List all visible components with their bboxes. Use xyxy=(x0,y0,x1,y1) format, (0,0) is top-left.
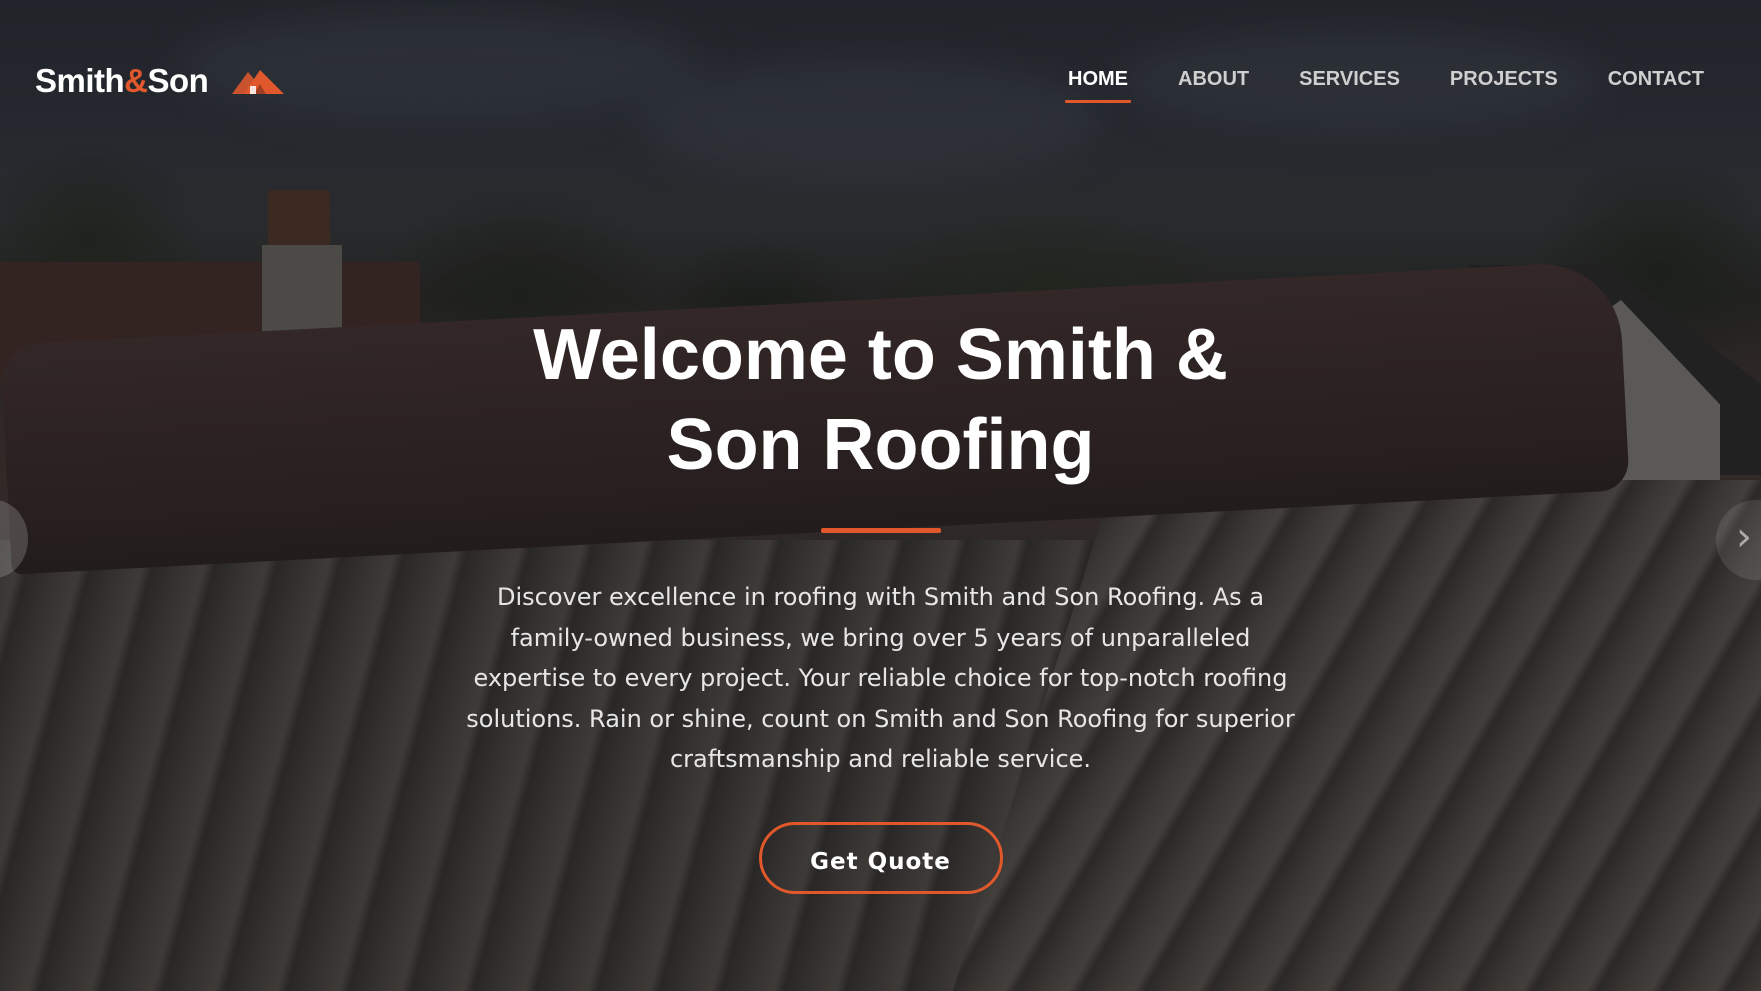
nav-item-home[interactable]: HOME xyxy=(1065,68,1132,103)
brand-name-part2: Son xyxy=(147,62,209,99)
hero-content: Welcome to Smith & Son Roofing Discover … xyxy=(0,310,1761,894)
brand-name: Smith&Son xyxy=(35,62,209,100)
headline-divider xyxy=(820,528,941,533)
get-quote-button[interactable]: Get Quote xyxy=(758,821,1003,894)
hero-headline: Welcome to Smith & Son Roofing xyxy=(533,315,1228,485)
nav-item-about[interactable]: ABOUT xyxy=(1178,68,1249,103)
nav-item-contact[interactable]: CONTACT xyxy=(1608,68,1704,103)
hero-section: › Smith&Son HOME ABOUT SERVICES PROJECTS… xyxy=(0,0,1761,991)
hero-description: Discover excellence in roofing with Smit… xyxy=(466,583,1295,773)
brand-ampersand: & xyxy=(124,62,148,99)
house-roof-icon xyxy=(232,70,285,94)
nav-item-projects[interactable]: PROJECTS xyxy=(1450,68,1558,103)
brand-name-part1: Smith xyxy=(35,62,125,99)
brand-logo-link[interactable]: Smith&Son xyxy=(35,62,286,100)
main-nav: HOME ABOUT SERVICES PROJECTS CONTACT xyxy=(1018,68,1704,103)
nav-item-services[interactable]: SERVICES xyxy=(1299,68,1400,103)
site-header: Smith&Son HOME ABOUT SERVICES PROJECTS C… xyxy=(0,0,1761,160)
